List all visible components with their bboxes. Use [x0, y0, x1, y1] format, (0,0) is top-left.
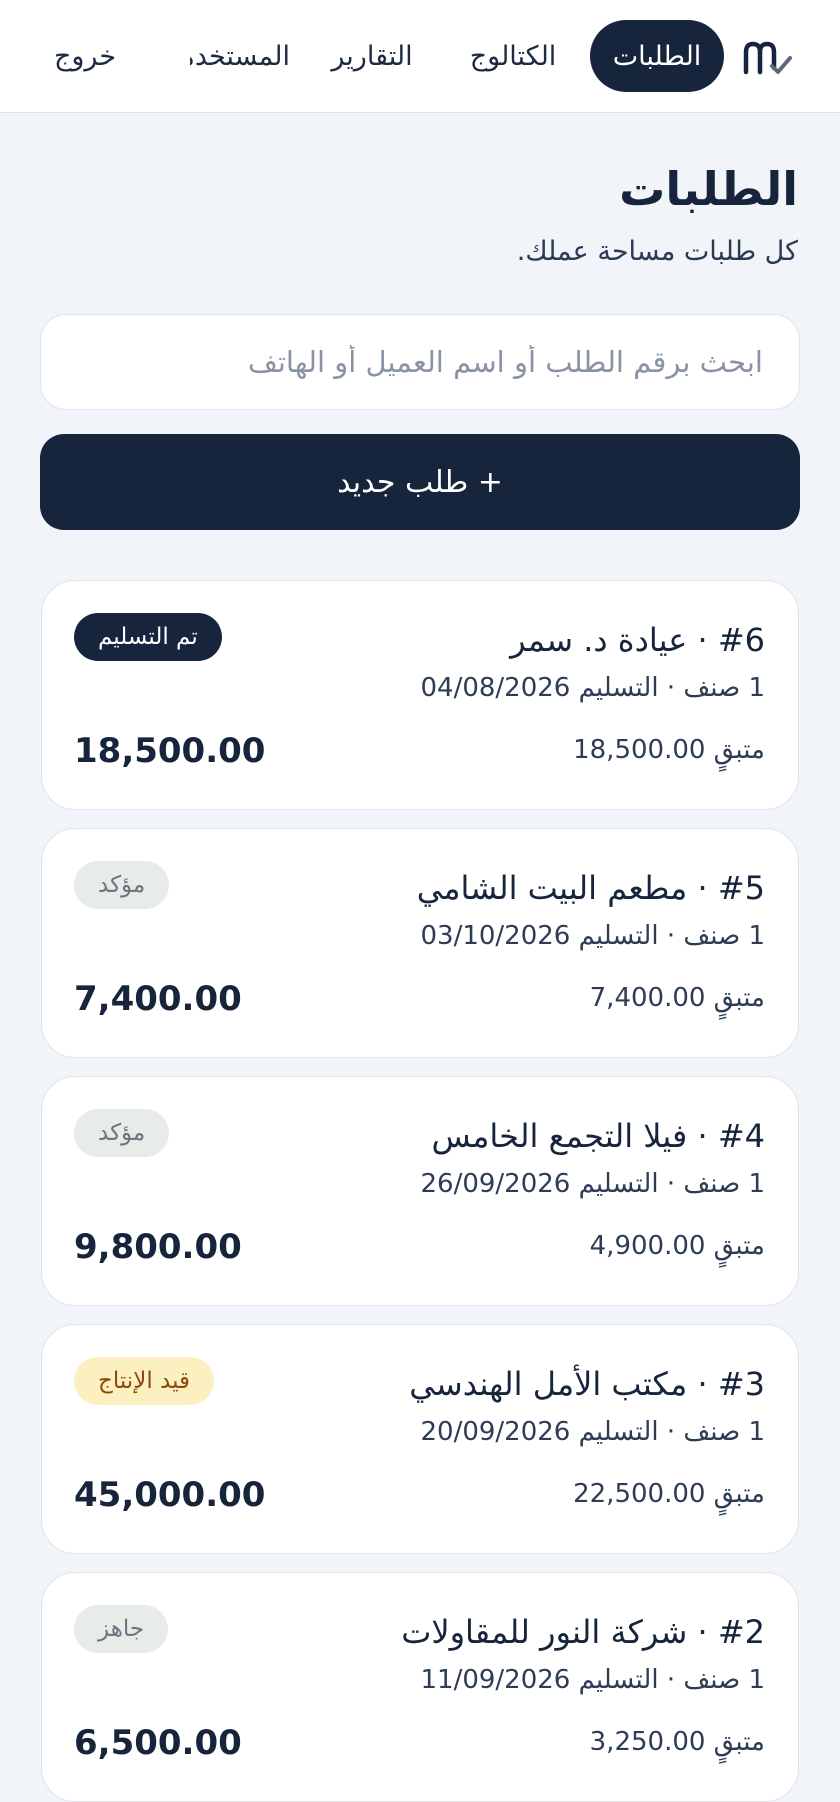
order-total: 18,500.00 — [74, 731, 266, 771]
order-total: 45,000.00 — [74, 1475, 266, 1515]
order-meta: 1 صنف · التسليم 11/09/2026 — [420, 1665, 765, 1695]
order-total: 6,500.00 — [74, 1723, 242, 1763]
status-badge: مؤكد — [74, 861, 170, 909]
order-remaining-amount: متبقٍ 4,900.00 — [589, 1231, 765, 1261]
order-total: 9,800.00 — [74, 1227, 242, 1267]
nav-tab-catalog[interactable]: الكتالوج — [456, 20, 570, 92]
status-badge: مؤكد — [74, 1109, 170, 1157]
search-input[interactable] — [40, 314, 800, 410]
order-total: 7,400.00 — [74, 979, 242, 1019]
order-card[interactable]: #6 · عيادة د. سمر 1 صنف · التسليم 04/08/… — [41, 580, 799, 810]
order-title: #4 · فيلا التجمع الخامس — [431, 1117, 765, 1155]
order-meta: 1 صنف · التسليم 04/08/2026 — [420, 673, 765, 703]
status-badge: جاهز — [74, 1605, 169, 1653]
top-nav-bar: الطلبات الكتالوج التقارير المستخدمون خرو… — [0, 0, 840, 113]
logout-link[interactable]: خروج — [40, 20, 130, 92]
order-remaining-amount: متبقٍ 7,400.00 — [589, 983, 765, 1013]
order-remaining-amount: متبقٍ 3,250.00 — [589, 1727, 765, 1757]
order-card[interactable]: #2 · شركة النور للمقاولات 1 صنف · التسلي… — [41, 1572, 799, 1802]
nav-tab-orders[interactable]: الطلبات — [590, 20, 724, 92]
order-card[interactable]: #5 · مطعم البيت الشامي 1 صنف · التسليم 0… — [41, 828, 799, 1058]
order-title: #6 · عيادة د. سمر — [510, 621, 765, 659]
order-title: #2 · شركة النور للمقاولات — [401, 1613, 765, 1651]
order-card[interactable]: #3 · مكتب الأمل الهندسي 1 صنف · التسليم … — [41, 1324, 799, 1554]
order-meta: 1 صنف · التسليم 03/10/2026 — [420, 921, 765, 951]
nav-tab-reports[interactable]: التقارير — [320, 20, 424, 92]
page-subtitle: كل طلبات مساحة عملك. — [516, 236, 798, 267]
status-badge: تم التسليم — [74, 613, 222, 661]
app-logo-icon[interactable] — [742, 38, 794, 78]
nav-tab-users-label: المستخدمون — [190, 40, 290, 72]
order-remaining-amount: متبقٍ 18,500.00 — [573, 735, 765, 765]
order-title: #5 · مطعم البيت الشامي — [416, 869, 765, 907]
status-badge: قيد الإنتاج — [74, 1357, 215, 1405]
order-meta: 1 صنف · التسليم 20/09/2026 — [420, 1417, 765, 1447]
nav-tab-users[interactable]: المستخدمون — [190, 20, 290, 92]
order-meta: 1 صنف · التسليم 26/09/2026 — [420, 1169, 765, 1199]
new-order-button[interactable]: + طلب جديد — [40, 434, 800, 530]
order-title: #3 · مكتب الأمل الهندسي — [409, 1365, 765, 1403]
order-remaining-amount: متبقٍ 22,500.00 — [573, 1479, 765, 1509]
order-card[interactable]: #4 · فيلا التجمع الخامس 1 صنف · التسليم … — [41, 1076, 799, 1306]
page-title: الطلبات — [619, 162, 798, 216]
